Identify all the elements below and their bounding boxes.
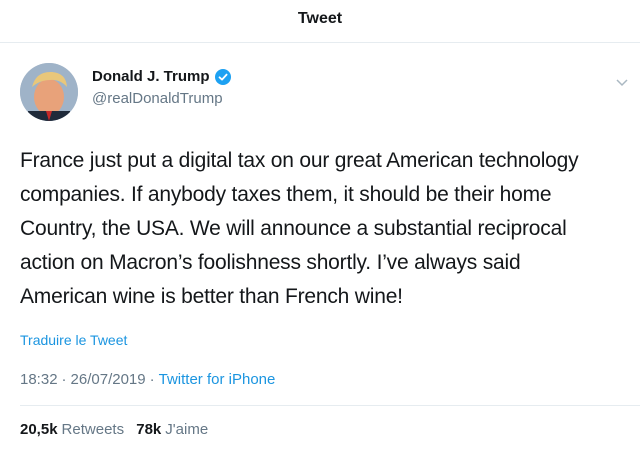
page-title: Tweet xyxy=(297,10,343,27)
tweet-time[interactable]: 18:32 xyxy=(20,371,58,388)
translate-tweet-link[interactable]: Traduire le Tweet xyxy=(20,332,127,348)
tweet-text-line: France just put a digital tax on our gre… xyxy=(20,149,579,172)
author-name-row: Donald J. Trump xyxy=(92,68,231,85)
author-handle[interactable]: @realDonaldTrump xyxy=(92,90,223,107)
retweets-count: 20,5k xyxy=(20,421,58,438)
author-display-name[interactable]: Donald J. Trump xyxy=(92,68,210,85)
chevron-down-icon[interactable] xyxy=(616,78,628,88)
likes-label: J'aime xyxy=(165,421,209,438)
tweet-date[interactable]: 26/07/2019 xyxy=(71,371,146,388)
retweets-label: Retweets xyxy=(61,421,125,438)
meta-separator: · xyxy=(61,371,67,388)
meta-separator: · xyxy=(149,371,155,388)
retweets-stat[interactable]: 20,5k Retweets xyxy=(20,421,124,438)
top-bar: Tweet xyxy=(0,0,640,43)
tweet-stats: 20,5k Retweets 78k J'aime xyxy=(20,421,208,438)
tweet-text-line: American wine is better than French wine… xyxy=(20,285,403,308)
tweet-text: France just put a digital tax on our gre… xyxy=(20,144,630,314)
avatar-image xyxy=(20,63,78,121)
likes-stat[interactable]: 78k J'aime xyxy=(136,421,208,438)
tweet-source-link[interactable]: Twitter for iPhone xyxy=(159,371,276,388)
tweet-text-line: action on Macron’s foolishness shortly. … xyxy=(20,251,521,274)
avatar[interactable] xyxy=(20,63,78,121)
likes-count: 78k xyxy=(136,421,162,438)
verified-badge-icon xyxy=(214,68,231,85)
tweet-meta: 18:32 · 26/07/2019 · Twitter for iPhone xyxy=(20,371,275,388)
tweet-text-line: companies. If anybody taxes them, it sho… xyxy=(20,183,552,206)
divider xyxy=(20,405,640,406)
tweet-text-line: Country, the USA. We will announce a sub… xyxy=(20,217,567,240)
